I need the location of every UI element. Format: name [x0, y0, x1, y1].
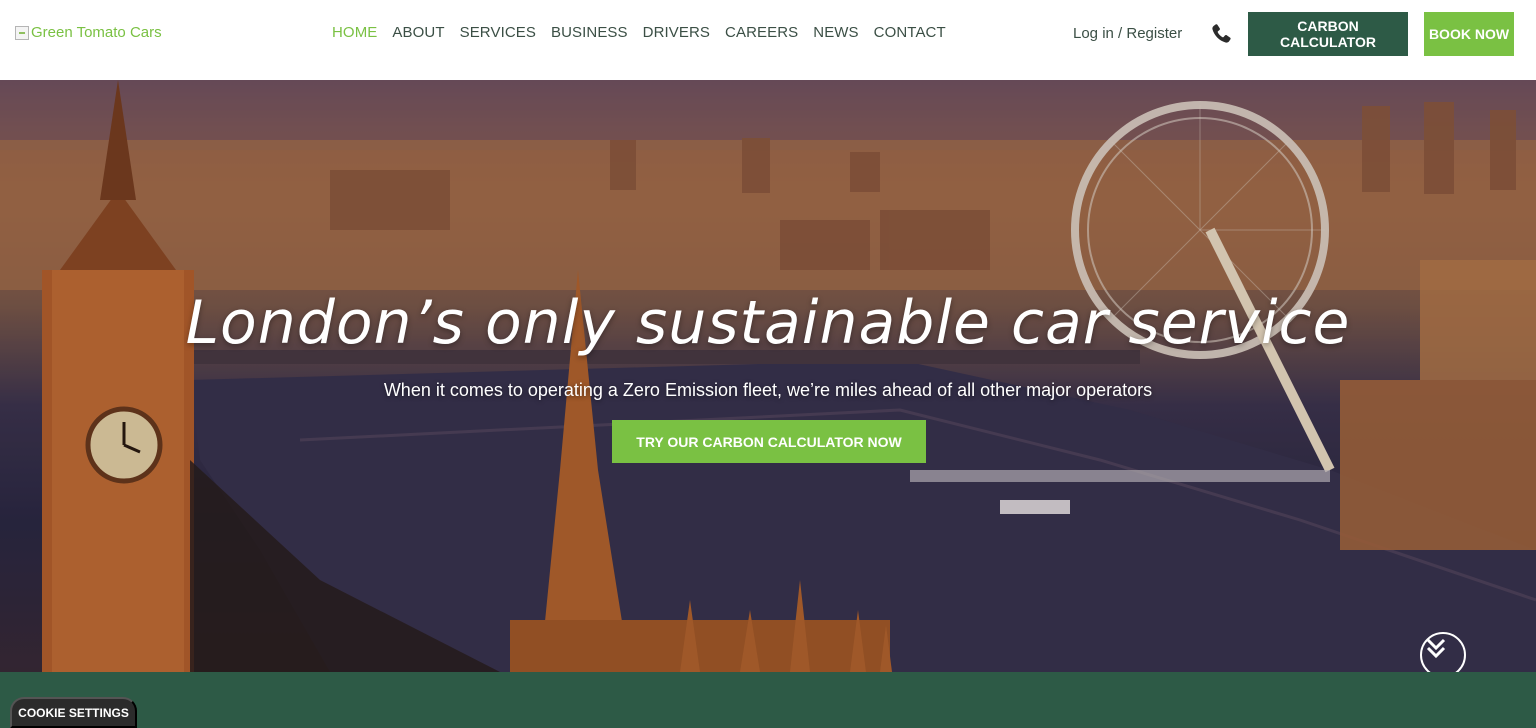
section-band — [0, 672, 1536, 728]
hero-subtitle: When it comes to operating a Zero Emissi… — [383, 380, 1153, 400]
nav-services[interactable]: SERVICES — [460, 24, 536, 41]
nav-home[interactable]: HOME — [332, 24, 377, 41]
nav-drivers[interactable]: DRIVERS — [643, 24, 710, 41]
carbon-calculator-button[interactable]: CARBON CALCULATOR — [1248, 12, 1408, 56]
hero-title: London’s only sustainable car service — [185, 288, 1351, 358]
broken-image-icon — [15, 25, 29, 40]
login-register-link[interactable]: Log in / Register — [1073, 25, 1182, 42]
site-logo[interactable]: Green Tomato Cars — [15, 24, 162, 41]
chevron-double-down-icon[interactable] — [1420, 632, 1466, 672]
nav-contact[interactable]: CONTACT — [874, 24, 946, 41]
phone-icon[interactable] — [1209, 22, 1233, 46]
nav-careers[interactable]: CAREERS — [725, 24, 798, 41]
london-skyline-image — [0, 80, 1536, 672]
nav-news[interactable]: NEWS — [813, 24, 858, 41]
main-nav: HOME ABOUT SERVICES BUSINESS DRIVERS CAR… — [332, 24, 946, 41]
nav-business[interactable]: BUSINESS — [551, 24, 628, 41]
book-now-button[interactable]: BOOK NOW — [1424, 12, 1514, 56]
logo-alt-text: Green Tomato Cars — [31, 24, 162, 41]
site-header: Green Tomato Cars HOME ABOUT SERVICES BU… — [0, 0, 1536, 80]
cookie-settings-button[interactable]: COOKIE SETTINGS — [10, 697, 137, 728]
hero-banner: London’s only sustainable car service Wh… — [0, 80, 1536, 672]
nav-about[interactable]: ABOUT — [392, 24, 444, 41]
try-carbon-calculator-button[interactable]: TRY OUR CARBON CALCULATOR NOW — [612, 420, 926, 463]
